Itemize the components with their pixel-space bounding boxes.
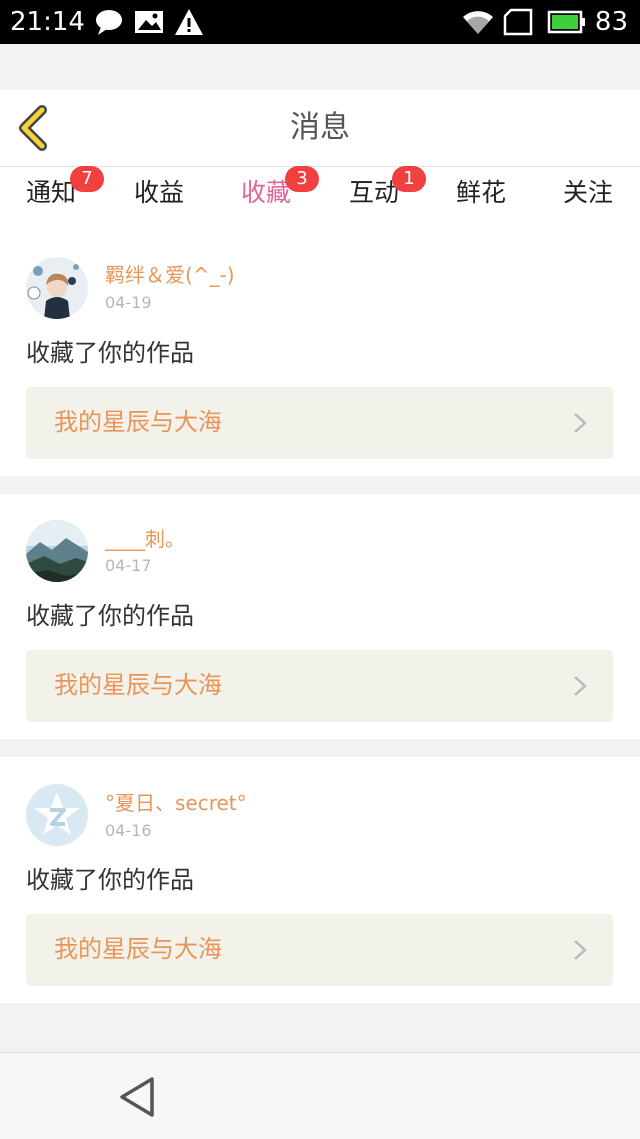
default-star-avatar[interactable] <box>26 784 88 846</box>
unread-badge: 1 <box>392 166 426 192</box>
sim-icon <box>503 8 533 40</box>
battery-percent: 83 <box>594 7 628 37</box>
work-link[interactable]: 我的星辰与大海 <box>26 387 613 459</box>
tab-notifications[interactable]: 通知 7 <box>6 166 104 225</box>
header-bar: 消息 <box>0 90 640 167</box>
page-title: 消息 <box>290 110 350 145</box>
message-action: 收藏了你的作品 <box>26 339 194 367</box>
spacer <box>0 44 640 90</box>
tab-label: 关注 <box>562 178 613 207</box>
work-title: 我的星辰与大海 <box>54 408 222 436</box>
message-action: 收藏了你的作品 <box>26 602 194 630</box>
avatar[interactable] <box>26 520 88 582</box>
work-title: 我的星辰与大海 <box>54 935 222 963</box>
message-card: 羁绊＆爱(^_-) 04-19 收藏了你的作品 我的星辰与大海 <box>0 225 640 476</box>
avatar[interactable] <box>26 257 88 319</box>
message-card: ____刺。 04-17 收藏了你的作品 我的星辰与大海 <box>0 494 640 739</box>
status-time: 21:14 <box>10 7 85 37</box>
message-card: °夏日、secret° 04-16 收藏了你的作品 我的星辰与大海 <box>0 757 640 1003</box>
tab-flowers[interactable]: 鲜花 <box>436 175 526 225</box>
tab-earnings[interactable]: 收益 <box>114 175 204 225</box>
nav-back-button[interactable] <box>118 1075 158 1119</box>
message-date: 04-19 <box>105 293 152 312</box>
warning-icon <box>174 8 204 40</box>
tab-label: 鲜花 <box>455 178 506 207</box>
tab-interactions[interactable]: 互动 1 <box>329 166 426 225</box>
chevron-right-icon <box>573 675 587 697</box>
username[interactable]: ____刺。 <box>105 526 185 552</box>
message-date: 04-17 <box>105 556 152 575</box>
battery-icon <box>547 8 587 40</box>
message-action: 收藏了你的作品 <box>26 866 194 894</box>
work-link[interactable]: 我的星辰与大海 <box>26 914 613 986</box>
message-date: 04-16 <box>105 821 152 840</box>
work-title: 我的星辰与大海 <box>54 671 222 699</box>
tab-bar: 通知 7 收益 收藏 3 互动 1 鲜花 关注 <box>0 166 640 229</box>
tab-follows[interactable]: 关注 <box>543 175 633 225</box>
username[interactable]: °夏日、secret° <box>105 790 247 816</box>
image-icon <box>134 8 164 40</box>
username[interactable]: 羁绊＆爱(^_-) <box>105 262 235 288</box>
unread-badge: 7 <box>70 166 104 192</box>
status-bar: 21:14 83 <box>0 0 640 44</box>
triangle-back-icon <box>118 1077 158 1123</box>
chevron-right-icon <box>573 939 587 961</box>
system-nav-bar <box>0 1052 640 1139</box>
wifi-icon <box>462 8 494 40</box>
work-link[interactable]: 我的星辰与大海 <box>26 650 613 722</box>
chevron-right-icon <box>573 412 587 434</box>
unread-badge: 3 <box>285 166 319 192</box>
chat-bubble-icon <box>94 8 124 40</box>
tab-favorites[interactable]: 收藏 3 <box>221 166 319 229</box>
tab-label: 收益 <box>133 178 184 207</box>
